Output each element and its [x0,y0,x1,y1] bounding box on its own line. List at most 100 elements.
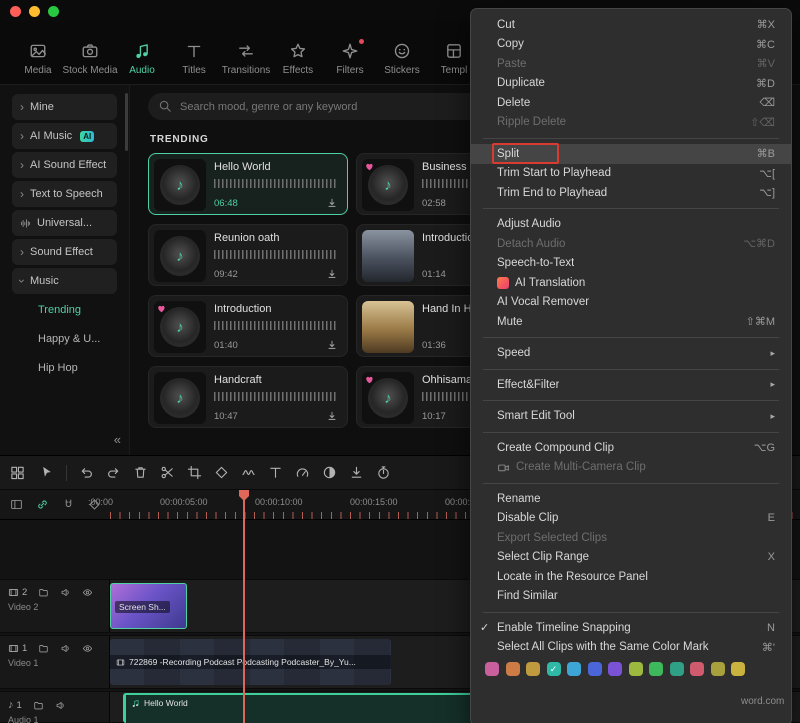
menu-item-select-clip-range[interactable]: Select Clip RangeX [471,548,791,568]
menu-item-enable-timeline-snapping[interactable]: ✓Enable Timeline SnappingN [471,618,791,638]
album-tile: ♪ [154,230,206,282]
color-swatch-6[interactable] [608,662,622,676]
menu-item-split[interactable]: Split⌘B [471,144,791,164]
menu-item-effect-filter[interactable]: Effect&Filter▸ [471,375,791,395]
mute-track-button[interactable] [60,587,71,598]
color-swatch-7[interactable] [629,662,643,676]
hide-track-button[interactable] [82,643,93,654]
mute-track-button[interactable] [55,700,66,711]
playhead[interactable] [243,490,245,723]
color-swatch-4[interactable] [567,662,581,676]
color-swatch-2[interactable] [526,662,540,676]
audio-card-reunion-oath[interactable]: ♪Reunion oath09:42 [148,224,348,286]
menu-item-rename[interactable]: Rename [471,489,791,509]
download-button[interactable] [326,197,338,209]
tool-wave2[interactable] [241,465,256,480]
tool-export[interactable] [349,465,364,480]
color-swatch-8[interactable] [649,662,663,676]
mute-track-button[interactable] [60,643,71,654]
ruler-tool-link[interactable] [36,498,49,511]
sidebar-item-hip-hop[interactable]: Hip Hop [30,355,117,381]
ruler-tool-panel[interactable] [10,498,23,511]
tool-trash[interactable] [133,465,148,480]
color-swatch-0[interactable] [485,662,499,676]
sidebar-item-universal[interactable]: Universal... [12,210,117,236]
track-folder-icon[interactable] [38,587,49,598]
clip-hello-world-audio[interactable]: Hello World [123,693,475,723]
tool-keyframe[interactable] [214,465,229,480]
tool-timer[interactable] [376,465,391,480]
tab-stock-media[interactable]: Stock Media [64,42,116,76]
tab-label: Stock Media [62,65,117,76]
sidebar-item-ai-sound-effect[interactable]: ›AI Sound Effect [12,152,117,178]
menu-item-speech-to-text[interactable]: Speech-to-Text [471,254,791,274]
menu-item-duplicate[interactable]: Duplicate⌘D [471,74,791,94]
sidebar-item-ai-music[interactable]: ›AI MusicAI [12,123,117,149]
menu-item-select-all-clips-with-the-same-color-mark[interactable]: Select All Clips with the Same Color Mar… [471,638,791,658]
audio-card-handcraft[interactable]: ♪Handcraft10:47 [148,366,348,428]
tool-layout[interactable] [10,465,25,480]
sidebar-collapse-button[interactable]: « [114,432,121,447]
download-button[interactable] [326,268,338,280]
tool-scissors[interactable] [160,465,175,480]
tab-filters[interactable]: Filters [324,42,376,76]
color-swatch-11[interactable] [711,662,725,676]
menu-item-mute[interactable]: Mute⇧⌘M [471,312,791,332]
tool-crop[interactable] [187,465,202,480]
color-swatch-9[interactable] [670,662,684,676]
track-folder-icon[interactable] [33,700,44,711]
tool-text[interactable] [268,465,283,480]
color-swatch-12[interactable] [731,662,745,676]
menu-item-ai-translation[interactable]: AI Translation [471,273,791,293]
menu-item-speed[interactable]: Speed▸ [471,344,791,364]
ruler-tool-magnet[interactable] [62,498,75,511]
download-button[interactable] [326,410,338,422]
sidebar-item-text-to-speech[interactable]: ›Text to Speech [12,181,117,207]
audio-card-hello-world[interactable]: ♪Hello World06:48 [148,153,348,215]
sidebar-item-trending[interactable]: Trending [30,297,117,323]
tab-media[interactable]: Media [12,42,64,76]
menu-item-shortcut: ⌘X [757,18,775,31]
menu-item-locate-in-the-resource-panel[interactable]: Locate in the Resource Panel [471,567,791,587]
tool-mask[interactable] [322,465,337,480]
color-swatch-10[interactable] [690,662,704,676]
menu-item-create-compound-clip[interactable]: Create Compound Clip⌥G [471,438,791,458]
menu-item-ai-vocal-remover[interactable]: AI Vocal Remover [471,293,791,313]
track-folder-icon[interactable] [38,643,49,654]
tab-effects[interactable]: Effects [272,42,324,76]
minimize-button[interactable] [29,6,40,17]
sidebar-item-sound-effect[interactable]: ›Sound Effect [12,239,117,265]
clip-podcast-video[interactable]: 722869 -Recording Podcast Podcasting Pod… [110,639,391,685]
color-swatch-5[interactable] [588,662,602,676]
menu-item-delete[interactable]: Delete⌫ [471,93,791,113]
menu-item-disable-clip[interactable]: Disable ClipE [471,509,791,529]
zoom-button[interactable] [48,6,59,17]
sidebar-item-happy-u[interactable]: Happy & U... [30,326,117,352]
menu-item-trim-end-to-playhead[interactable]: Trim End to Playhead⌥] [471,183,791,203]
menu-item-find-similar[interactable]: Find Similar [471,587,791,607]
sidebar-item-music[interactable]: ›Music [12,268,117,294]
close-button[interactable] [10,6,21,17]
sidebar-scrollbar[interactable] [125,93,128,151]
menu-item-cut[interactable]: Cut⌘X [471,15,791,35]
tool-redo[interactable] [106,465,121,480]
download-button[interactable] [326,339,338,351]
menu-item-smart-edit-tool[interactable]: Smart Edit Tool▸ [471,407,791,427]
color-swatch-1[interactable] [506,662,520,676]
tab-audio[interactable]: Audio [116,42,168,76]
tab-transitions[interactable]: Transitions [220,42,272,76]
tool-undo[interactable] [79,465,94,480]
tool-speedometer[interactable] [295,465,310,480]
color-swatch-3[interactable] [547,662,561,676]
clip-screen-share[interactable]: Screen Sh... [110,583,187,629]
sidebar-item-mine[interactable]: ›Mine [12,94,117,120]
tab-titles[interactable]: Titles [168,42,220,76]
menu-item-copy[interactable]: Copy⌘C [471,35,791,55]
hide-track-button[interactable] [82,587,93,598]
tool-cursor[interactable] [39,465,54,480]
menu-item-trim-start-to-playhead[interactable]: Trim Start to Playhead⌥[ [471,164,791,184]
menu-item-adjust-audio[interactable]: Adjust Audio [471,215,791,235]
tab-stickers[interactable]: Stickers [376,42,428,76]
audio-card-introduction[interactable]: ♪Introduction01:40 [148,295,348,357]
menu-item-label: Adjust Audio [497,218,561,230]
